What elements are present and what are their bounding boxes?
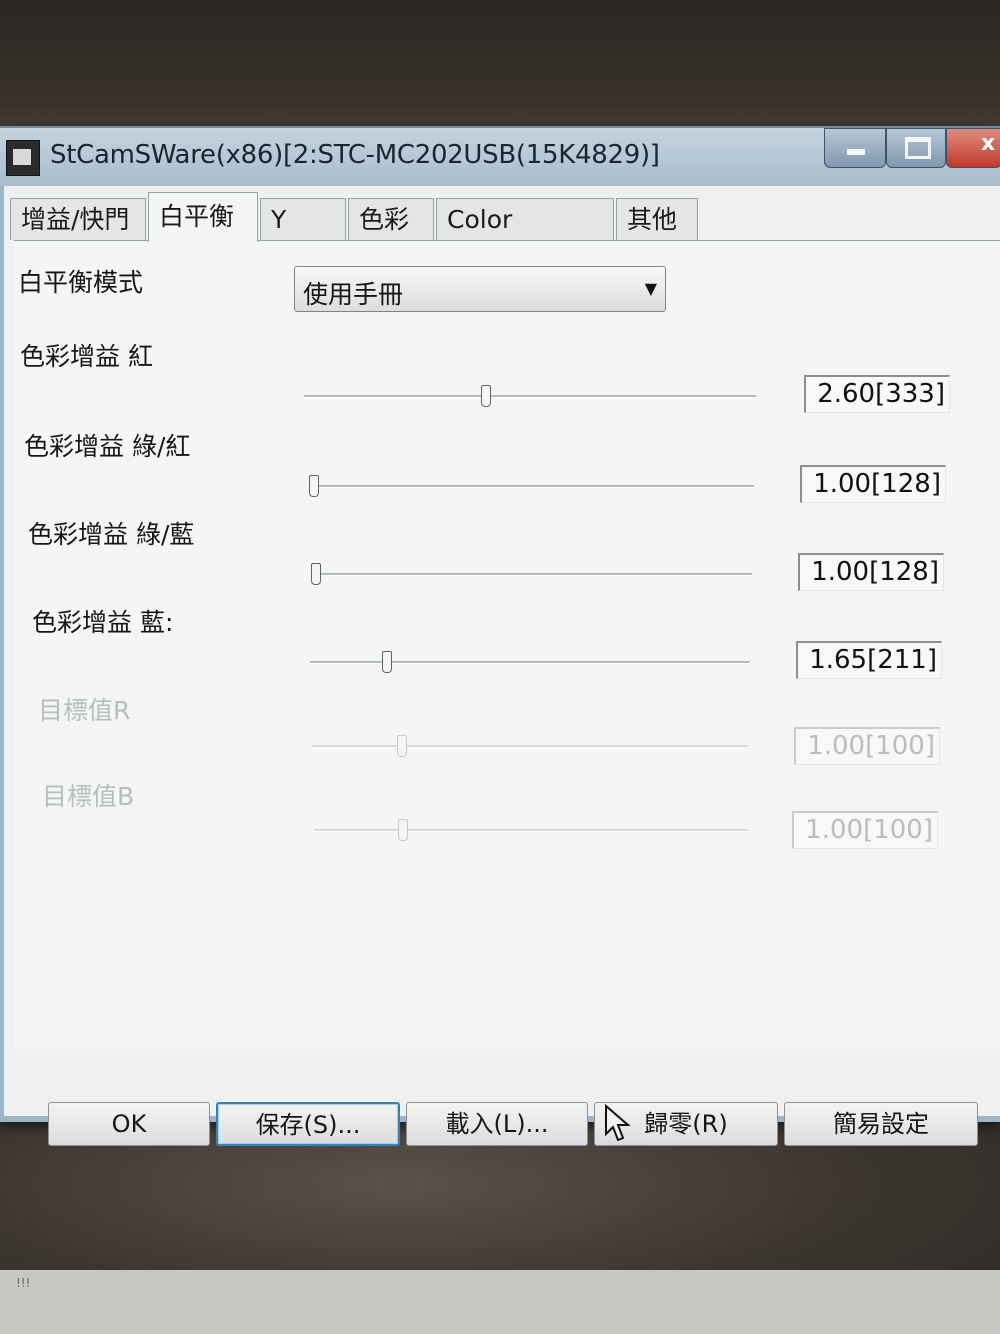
app-window: StCamSWare(x86)[2:STC-MC202USB(15K4829)]… <box>0 126 1000 1146</box>
target-b-value: 1.00[100] <box>792 811 938 849</box>
tab-other[interactable]: 其他 <box>616 198 698 240</box>
taskbar: !!! <box>0 1270 1000 1334</box>
taskbar-mark: !!! <box>16 1276 31 1290</box>
gain-green-red-label: 色彩增益 綠/紅 <box>24 432 191 461</box>
close-icon: x <box>981 131 996 156</box>
target-r-slider-thumb <box>396 735 407 757</box>
target-b-label: 目標值B <box>42 782 135 811</box>
dialog-footer: OK 保存(S)... 載入(L)... 歸零(R) 簡易設定 <box>44 1102 984 1148</box>
wb-mode-select[interactable]: 使用手冊 ▼ <box>294 266 666 312</box>
dialog-client: 增益/快門 白平衡 Y 色彩 Color Gamma 其他 白平衡模式 使用手冊… <box>4 186 1000 1146</box>
target-b-slider-thumb <box>398 819 409 841</box>
gain-red-track[interactable] <box>304 385 756 407</box>
gain-green-blue-label: 色彩增益 綠/藍 <box>28 520 195 549</box>
ok-button[interactable]: OK <box>48 1102 210 1146</box>
gain-green-red-slider-thumb[interactable] <box>309 475 319 497</box>
gain-blue-track[interactable] <box>310 651 750 673</box>
save-button[interactable]: 保存(S)... <box>216 1102 400 1146</box>
gain-green-blue-track[interactable] <box>311 563 752 585</box>
wb-mode-value: 使用手冊 <box>303 280 404 309</box>
gain-blue-value[interactable]: 1.65[211] <box>796 641 942 679</box>
target-r-label: 目標值R <box>38 696 131 725</box>
tab-color[interactable]: 色彩 <box>348 198 434 240</box>
gain-green-blue-slider-thumb[interactable] <box>311 563 321 585</box>
target-b-track <box>314 819 748 841</box>
gain-green-red-track[interactable] <box>309 475 754 497</box>
tab-y[interactable]: Y <box>260 198 346 240</box>
tab-color-gamma[interactable]: Color Gamma <box>436 198 614 276</box>
gain-green-blue-value[interactable]: 1.00[128] <box>798 553 944 591</box>
simple-settings-button[interactable]: 簡易設定 <box>784 1102 978 1146</box>
close-button[interactable]: x <box>946 128 1000 168</box>
tab-white-balance[interactable]: 白平衡 <box>148 192 258 242</box>
target-r-value: 1.00[100] <box>794 727 940 765</box>
target-r-track <box>312 735 748 757</box>
load-button[interactable]: 載入(L)... <box>406 1102 588 1146</box>
maximize-icon <box>905 137 931 159</box>
gain-blue-slider-thumb[interactable] <box>382 651 393 673</box>
gain-green-red-value[interactable]: 1.00[128] <box>800 465 946 503</box>
gain-red-label: 色彩增益 紅 <box>20 342 153 371</box>
white-balance-panel: 白平衡模式 使用手冊 ▼ 色彩增益 紅 2.60[333] 色彩增益 綠/紅 1… <box>14 240 1000 1049</box>
tab-strip: 增益/快門 白平衡 Y 色彩 Color Gamma 其他 <box>10 192 1000 276</box>
minimize-button[interactable] <box>824 128 886 168</box>
gain-red-value[interactable]: 2.60[333] <box>804 375 950 413</box>
title-bar[interactable]: StCamSWare(x86)[2:STC-MC202USB(15K4829)]… <box>0 128 1000 186</box>
window-title: StCamSWare(x86)[2:STC-MC202USB(15K4829)] <box>50 140 660 170</box>
gain-blue-label: 色彩增益 藍: <box>32 608 174 637</box>
chevron-down-icon: ▼ <box>644 279 657 298</box>
minimize-icon <box>847 149 865 155</box>
app-icon <box>6 140 40 176</box>
tab-gain-shutter[interactable]: 增益/快門 <box>10 198 146 240</box>
gain-red-slider-thumb[interactable] <box>480 385 491 407</box>
wb-mode-label: 白平衡模式 <box>18 268 144 297</box>
maximize-button[interactable] <box>886 128 946 168</box>
